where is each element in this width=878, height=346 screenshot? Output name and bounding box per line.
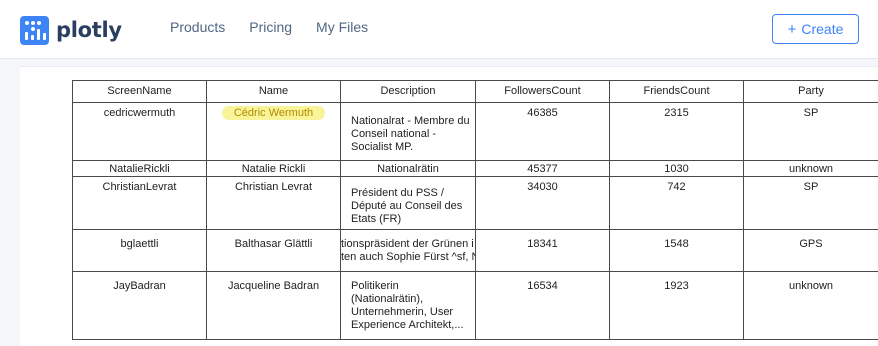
cell-screenname: cedricwermuth xyxy=(72,102,207,161)
cell-screenname: bglaettli xyxy=(72,229,207,272)
main-nav: Products Pricing My Files xyxy=(170,19,392,35)
cell-name: Cédric Wermuth xyxy=(206,102,341,161)
table-row[interactable]: ChristianLevrat Christian Levrat Préside… xyxy=(72,176,878,230)
cell-party: SP xyxy=(743,102,878,161)
header-followerscount[interactable]: FollowersCount xyxy=(475,80,610,103)
cell-description: tionspräsident der Grünen i ten auch Sop… xyxy=(340,229,476,272)
cell-description: Nationalrätin xyxy=(340,160,476,177)
cell-followerscount: 18341 xyxy=(475,229,610,272)
cell-party: unknown xyxy=(743,271,878,340)
cell-followerscount: 45377 xyxy=(475,160,610,177)
table-row[interactable]: bglaettli Balthasar Glättli tionspräside… xyxy=(72,229,878,272)
data-table: ScreenName Name Description FollowersCou… xyxy=(72,80,878,340)
cell-name: Christian Levrat xyxy=(206,176,341,230)
table-row[interactable]: NatalieRickli Natalie Rickli Nationalrät… xyxy=(72,160,878,177)
cell-followerscount: 46385 xyxy=(475,102,610,161)
header-party[interactable]: Party xyxy=(743,80,878,103)
nav-my-files[interactable]: My Files xyxy=(316,19,368,35)
description-line: ten auch Sophie Fürst ^sf, N xyxy=(341,251,476,263)
cell-party: GPS xyxy=(743,229,878,272)
description-text: Président du PSS / Député au Conseil des… xyxy=(351,187,463,225)
cell-followerscount: 34030 xyxy=(475,176,610,230)
create-button[interactable]: + Create xyxy=(772,14,859,44)
description-line: tionspräsident der Grünen i xyxy=(341,238,474,250)
header-description[interactable]: Description xyxy=(340,80,476,103)
description-text: Nationalrat - Membre du Conseil national… xyxy=(351,115,470,153)
table-header-row: ScreenName Name Description FollowersCou… xyxy=(72,80,878,103)
cell-friendscount: 1548 xyxy=(609,229,744,272)
cell-party: SP xyxy=(743,176,878,230)
cell-friendscount: 742 xyxy=(609,176,744,230)
cell-description: Président du PSS / Député au Conseil des… xyxy=(340,176,476,230)
cell-description: Politikerin (Nationalrätin), Unternehmer… xyxy=(340,271,476,340)
cell-screenname: NatalieRickli xyxy=(72,160,207,177)
cell-name: Natalie Rickli xyxy=(206,160,341,177)
header-screenname[interactable]: ScreenName xyxy=(72,80,207,103)
cell-screenname: ChristianLevrat xyxy=(72,176,207,230)
header-friendscount[interactable]: FriendsCount xyxy=(609,80,744,103)
brand-name: plotly xyxy=(56,18,122,42)
cell-party: unknown xyxy=(743,160,878,177)
nav-products[interactable]: Products xyxy=(170,19,225,35)
cell-screenname: JayBadran xyxy=(72,271,207,340)
table-row[interactable]: cedricwermuth Cédric Wermuth Nationalrat… xyxy=(72,102,878,161)
cell-friendscount: 2315 xyxy=(609,102,744,161)
table-row[interactable]: JayBadran Jacqueline Badran Politikerin … xyxy=(72,271,878,340)
nav-pricing[interactable]: Pricing xyxy=(249,19,292,35)
plotly-logo-icon xyxy=(20,15,49,45)
header-name[interactable]: Name xyxy=(206,80,341,103)
cell-name: Balthasar Glättli xyxy=(206,229,341,272)
cell-friendscount: 1030 xyxy=(609,160,744,177)
plus-icon: + xyxy=(787,20,797,38)
cell-name: Jacqueline Badran xyxy=(206,271,341,340)
plotly-logo[interactable]: plotly xyxy=(20,15,122,45)
create-button-label: Create xyxy=(801,21,844,37)
highlighted-name: Cédric Wermuth xyxy=(221,106,326,120)
cell-friendscount: 1923 xyxy=(609,271,744,340)
cell-followerscount: 16534 xyxy=(475,271,610,340)
cell-description: Nationalrat - Membre du Conseil national… xyxy=(340,102,476,161)
top-navigation-bar: plotly Products Pricing My Files + Creat… xyxy=(0,0,878,58)
